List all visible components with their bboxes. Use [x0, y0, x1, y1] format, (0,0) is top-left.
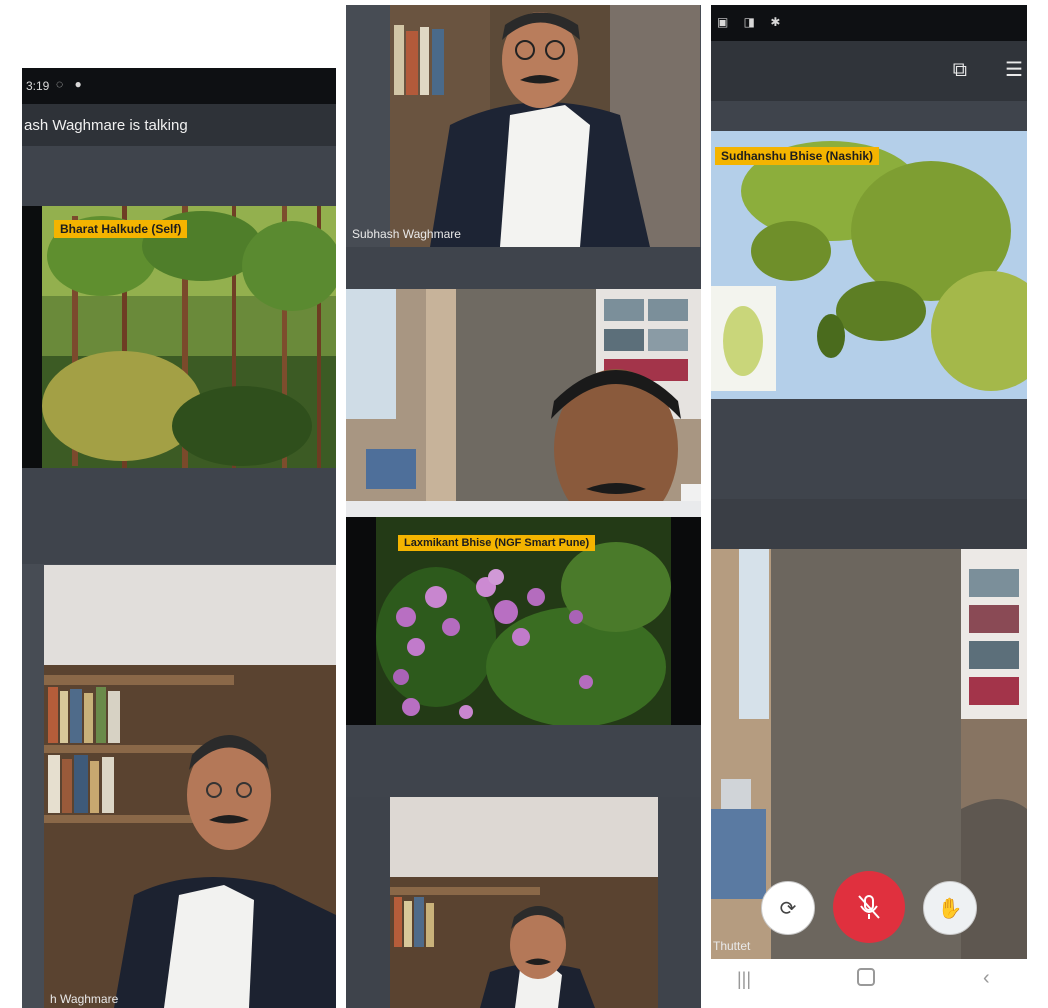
subhash-small-video — [390, 797, 658, 1008]
camera-switch-icon: ⟳ — [779, 897, 797, 920]
video-tile-laxmikant[interactable]: Laxmikant Bhise (NGF Smart Pune) — [346, 517, 701, 725]
bookshelf-video — [44, 565, 336, 1008]
participant-label-bharat: Bharat Halkude (Self) — [54, 220, 188, 238]
hand-icon: ✋ — [937, 897, 963, 920]
right-band-1 — [711, 399, 1027, 499]
participant-label-sudhanshu: Sudhanshu Bhise (Nashik) — [715, 147, 880, 165]
raise-hand-button[interactable]: ✋ — [923, 881, 977, 935]
talking-header-text: ash Waghmare is talking — [24, 117, 188, 134]
mute-button[interactable] — [833, 871, 905, 943]
right-band-0 — [711, 101, 1027, 131]
back-icon[interactable]: ‹ — [983, 967, 990, 990]
spacer-band — [22, 146, 336, 206]
home-icon[interactable] — [857, 968, 875, 986]
forest-video — [42, 206, 336, 468]
screen-share-icon[interactable]: ⧉ — [953, 59, 967, 82]
participant-label-laxmikant: Laxmikant Bhise (NGF Smart Pune) — [398, 535, 596, 551]
spacer-band-2 — [22, 468, 336, 564]
participant-label-subhash: Subhash Waghmare — [352, 227, 461, 241]
status-bar: 3:19 ◌ ● — [22, 68, 336, 104]
status-bar-right: ▣ ◨ ✱ — [711, 5, 1027, 41]
participant-label-thuttet: Thuttet — [713, 939, 751, 953]
camera-switch-button[interactable]: ⟳ — [761, 881, 815, 935]
office-video — [346, 289, 701, 501]
video-tile-sudhanshu[interactable]: Sudhanshu Bhise (Nashik) — [711, 131, 1027, 399]
participant-label-left-bottom: h Waghmare — [50, 992, 119, 1006]
right-band-2 — [711, 499, 1027, 549]
middle-band-1 — [346, 247, 701, 289]
middle-band-2 — [346, 725, 701, 797]
video-tile-office[interactable] — [346, 289, 701, 501]
left-phone-panel: 3:19 ◌ ● ash Waghmare is talking Bharat … — [22, 68, 336, 1008]
android-nav-bar: ||| ‹ — [711, 959, 1027, 1000]
video-tile-subhash-left[interactable]: h Waghmare — [44, 565, 336, 1008]
right-phone-panel: ▣ ◨ ✱ ⧉ ☰ Sudhanshu Bhise (Nashik) Thutt… — [711, 5, 1027, 1000]
subhash-video — [390, 5, 700, 247]
middle-phone-panel: Subhash Waghmare Laxmikant Bhise (NGF Sm… — [346, 5, 701, 1008]
middle-band-white — [346, 501, 701, 517]
status-time: 3:19 — [26, 79, 50, 93]
video-tile-subhash-bottom[interactable] — [390, 797, 658, 1008]
leaves-video — [711, 131, 1027, 399]
menu-icon[interactable]: ☰ — [1005, 57, 1023, 82]
mic-muted-icon — [858, 895, 880, 919]
video-tile-subhash-top[interactable]: Subhash Waghmare — [346, 5, 701, 247]
status-icons: ◌ ● — [56, 77, 86, 91]
recent-apps-icon[interactable]: ||| — [737, 969, 751, 990]
talking-header: ash Waghmare is talking — [22, 104, 336, 146]
video-tile-bharat[interactable]: Bharat Halkude (Self) — [22, 206, 336, 468]
right-header: ⧉ ☰ — [711, 41, 1027, 101]
status-icons-right: ▣ ◨ ✱ — [717, 15, 787, 29]
